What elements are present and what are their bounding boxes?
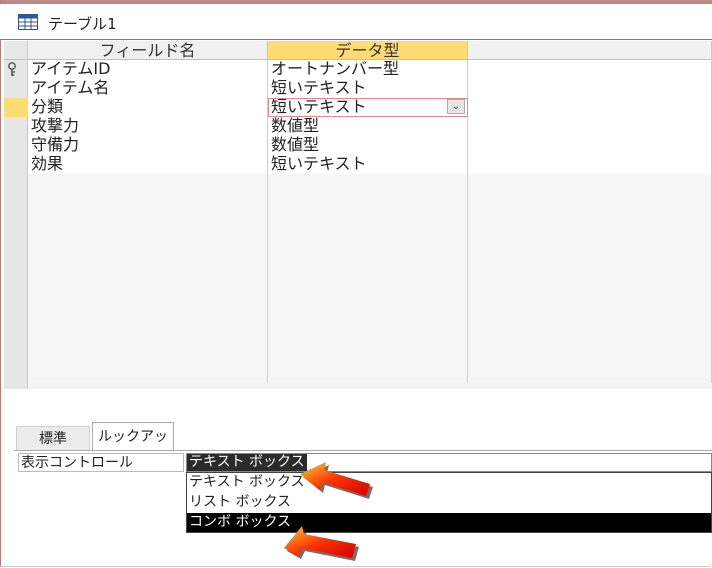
display-control-label: 表示コントロール <box>18 453 184 472</box>
empty-table-row[interactable] <box>28 250 712 269</box>
description-cell[interactable] <box>468 60 712 79</box>
field-rows: アイテムID オートナンバー型 アイテム名 短いテキスト 分類 短いテキスト ⌄… <box>28 60 712 383</box>
empty-cell[interactable] <box>28 364 268 383</box>
empty-table-row[interactable] <box>28 174 712 193</box>
data-type-cell[interactable]: 短いテキスト <box>268 79 468 98</box>
dropdown-option-text-box[interactable]: テキスト ボックス <box>187 473 711 492</box>
empty-cell[interactable] <box>28 345 268 364</box>
empty-cell[interactable] <box>268 193 468 212</box>
empty-table-row[interactable] <box>28 193 712 212</box>
grid-corner[interactable] <box>4 41 28 60</box>
field-name-cell[interactable]: 攻撃力 <box>28 117 268 136</box>
empty-cell[interactable] <box>468 307 712 326</box>
empty-table-row[interactable] <box>28 269 712 288</box>
table-icon <box>18 14 38 30</box>
field-name-cell[interactable]: 効果 <box>28 155 268 174</box>
display-control-select[interactable]: テキスト ボックス <box>186 453 712 472</box>
data-type-cell[interactable]: オートナンバー型 <box>268 60 468 79</box>
column-header-data-type[interactable]: データ型 <box>268 41 468 60</box>
empty-cell[interactable] <box>268 231 468 250</box>
empty-cell[interactable] <box>268 212 468 231</box>
table-row[interactable]: 攻撃力 数値型 <box>28 117 712 136</box>
empty-cell[interactable] <box>28 288 268 307</box>
empty-cell[interactable] <box>28 193 268 212</box>
table-row[interactable]: 効果 短いテキスト <box>28 155 712 174</box>
empty-cell[interactable] <box>28 174 268 193</box>
data-type-cell[interactable]: 数値型 <box>268 136 468 155</box>
empty-cell[interactable] <box>268 326 468 345</box>
empty-cell[interactable] <box>468 364 712 383</box>
column-header-description[interactable] <box>468 41 712 60</box>
display-control-dropdown-list[interactable]: テキスト ボックス リスト ボックス コンボ ボックス <box>186 472 712 533</box>
description-cell[interactable] <box>468 98 712 117</box>
arrow-icon <box>300 462 373 499</box>
field-name-cell[interactable]: アイテムID <box>28 60 268 79</box>
empty-cell[interactable] <box>268 250 468 269</box>
empty-cell[interactable] <box>468 212 712 231</box>
empty-cell[interactable] <box>268 174 468 193</box>
empty-table-row[interactable] <box>28 288 712 307</box>
empty-cell[interactable] <box>468 269 712 288</box>
empty-cell[interactable] <box>28 231 268 250</box>
primary-key-icon <box>8 62 16 76</box>
empty-cell[interactable] <box>268 269 468 288</box>
empty-cell[interactable] <box>28 269 268 288</box>
empty-cell[interactable] <box>268 288 468 307</box>
description-cell[interactable] <box>468 136 712 155</box>
dropdown-option-combo-box[interactable]: コンボ ボックス <box>187 513 711 532</box>
empty-table-row[interactable] <box>28 364 712 383</box>
field-name-cell[interactable]: 守備力 <box>28 136 268 155</box>
data-type-cell[interactable]: 短いテキスト <box>268 155 468 174</box>
empty-cell[interactable] <box>468 288 712 307</box>
table-design-grid: フィールド名 データ型 アイテムID オートナンバー型 アイテム名 短いテキスト… <box>4 41 712 389</box>
document-title: テーブル1 <box>48 15 117 33</box>
empty-cell[interactable] <box>268 307 468 326</box>
empty-cell[interactable] <box>28 250 268 269</box>
empty-cell[interactable] <box>468 231 712 250</box>
description-cell[interactable] <box>468 79 712 98</box>
empty-cell[interactable] <box>28 307 268 326</box>
empty-cell[interactable] <box>28 212 268 231</box>
table-row[interactable]: 守備力 数値型 <box>28 136 712 155</box>
document-tab[interactable]: テーブル1 <box>0 4 712 40</box>
data-type-cell[interactable]: 数値型 <box>268 117 468 136</box>
empty-cell[interactable] <box>268 345 468 364</box>
empty-table-row[interactable] <box>28 345 712 364</box>
column-header-field-name[interactable]: フィールド名 <box>28 41 268 60</box>
field-name-cell[interactable]: アイテム名 <box>28 79 268 98</box>
arrow-icon <box>284 526 359 561</box>
table-row[interactable]: アイテムID オートナンバー型 <box>28 60 712 79</box>
empty-cell[interactable] <box>28 326 268 345</box>
row-selector-column <box>4 41 28 389</box>
empty-table-row[interactable] <box>28 307 712 326</box>
table-row[interactable]: アイテム名 短いテキスト <box>28 79 712 98</box>
table-row-current[interactable]: 分類 短いテキスト ⌄ <box>28 98 712 117</box>
empty-table-row[interactable] <box>28 212 712 231</box>
description-cell[interactable] <box>468 117 712 136</box>
empty-cell[interactable] <box>468 326 712 345</box>
tab-lookup[interactable]: ルックアップ <box>92 422 174 473</box>
empty-table-row[interactable] <box>28 231 712 250</box>
empty-cell[interactable] <box>468 193 712 212</box>
description-cell[interactable] <box>468 155 712 174</box>
empty-cell[interactable] <box>268 364 468 383</box>
dropdown-option-list-box[interactable]: リスト ボックス <box>187 493 711 512</box>
data-type-value: 短いテキスト <box>271 98 367 116</box>
tab-general[interactable]: 標準 <box>16 426 90 450</box>
empty-cell[interactable] <box>468 345 712 364</box>
row-selector-current[interactable] <box>4 98 28 117</box>
empty-table-row[interactable] <box>28 326 712 345</box>
chevron-down-icon[interactable]: ⌄ <box>447 99 465 114</box>
tab-divider <box>14 450 712 451</box>
empty-cell[interactable] <box>468 250 712 269</box>
display-control-value: テキスト ボックス <box>187 454 307 471</box>
field-name-cell[interactable]: 分類 <box>28 98 268 117</box>
empty-cell[interactable] <box>468 174 712 193</box>
data-type-cell[interactable]: 短いテキスト ⌄ <box>268 98 468 117</box>
row-selector[interactable] <box>4 60 28 79</box>
